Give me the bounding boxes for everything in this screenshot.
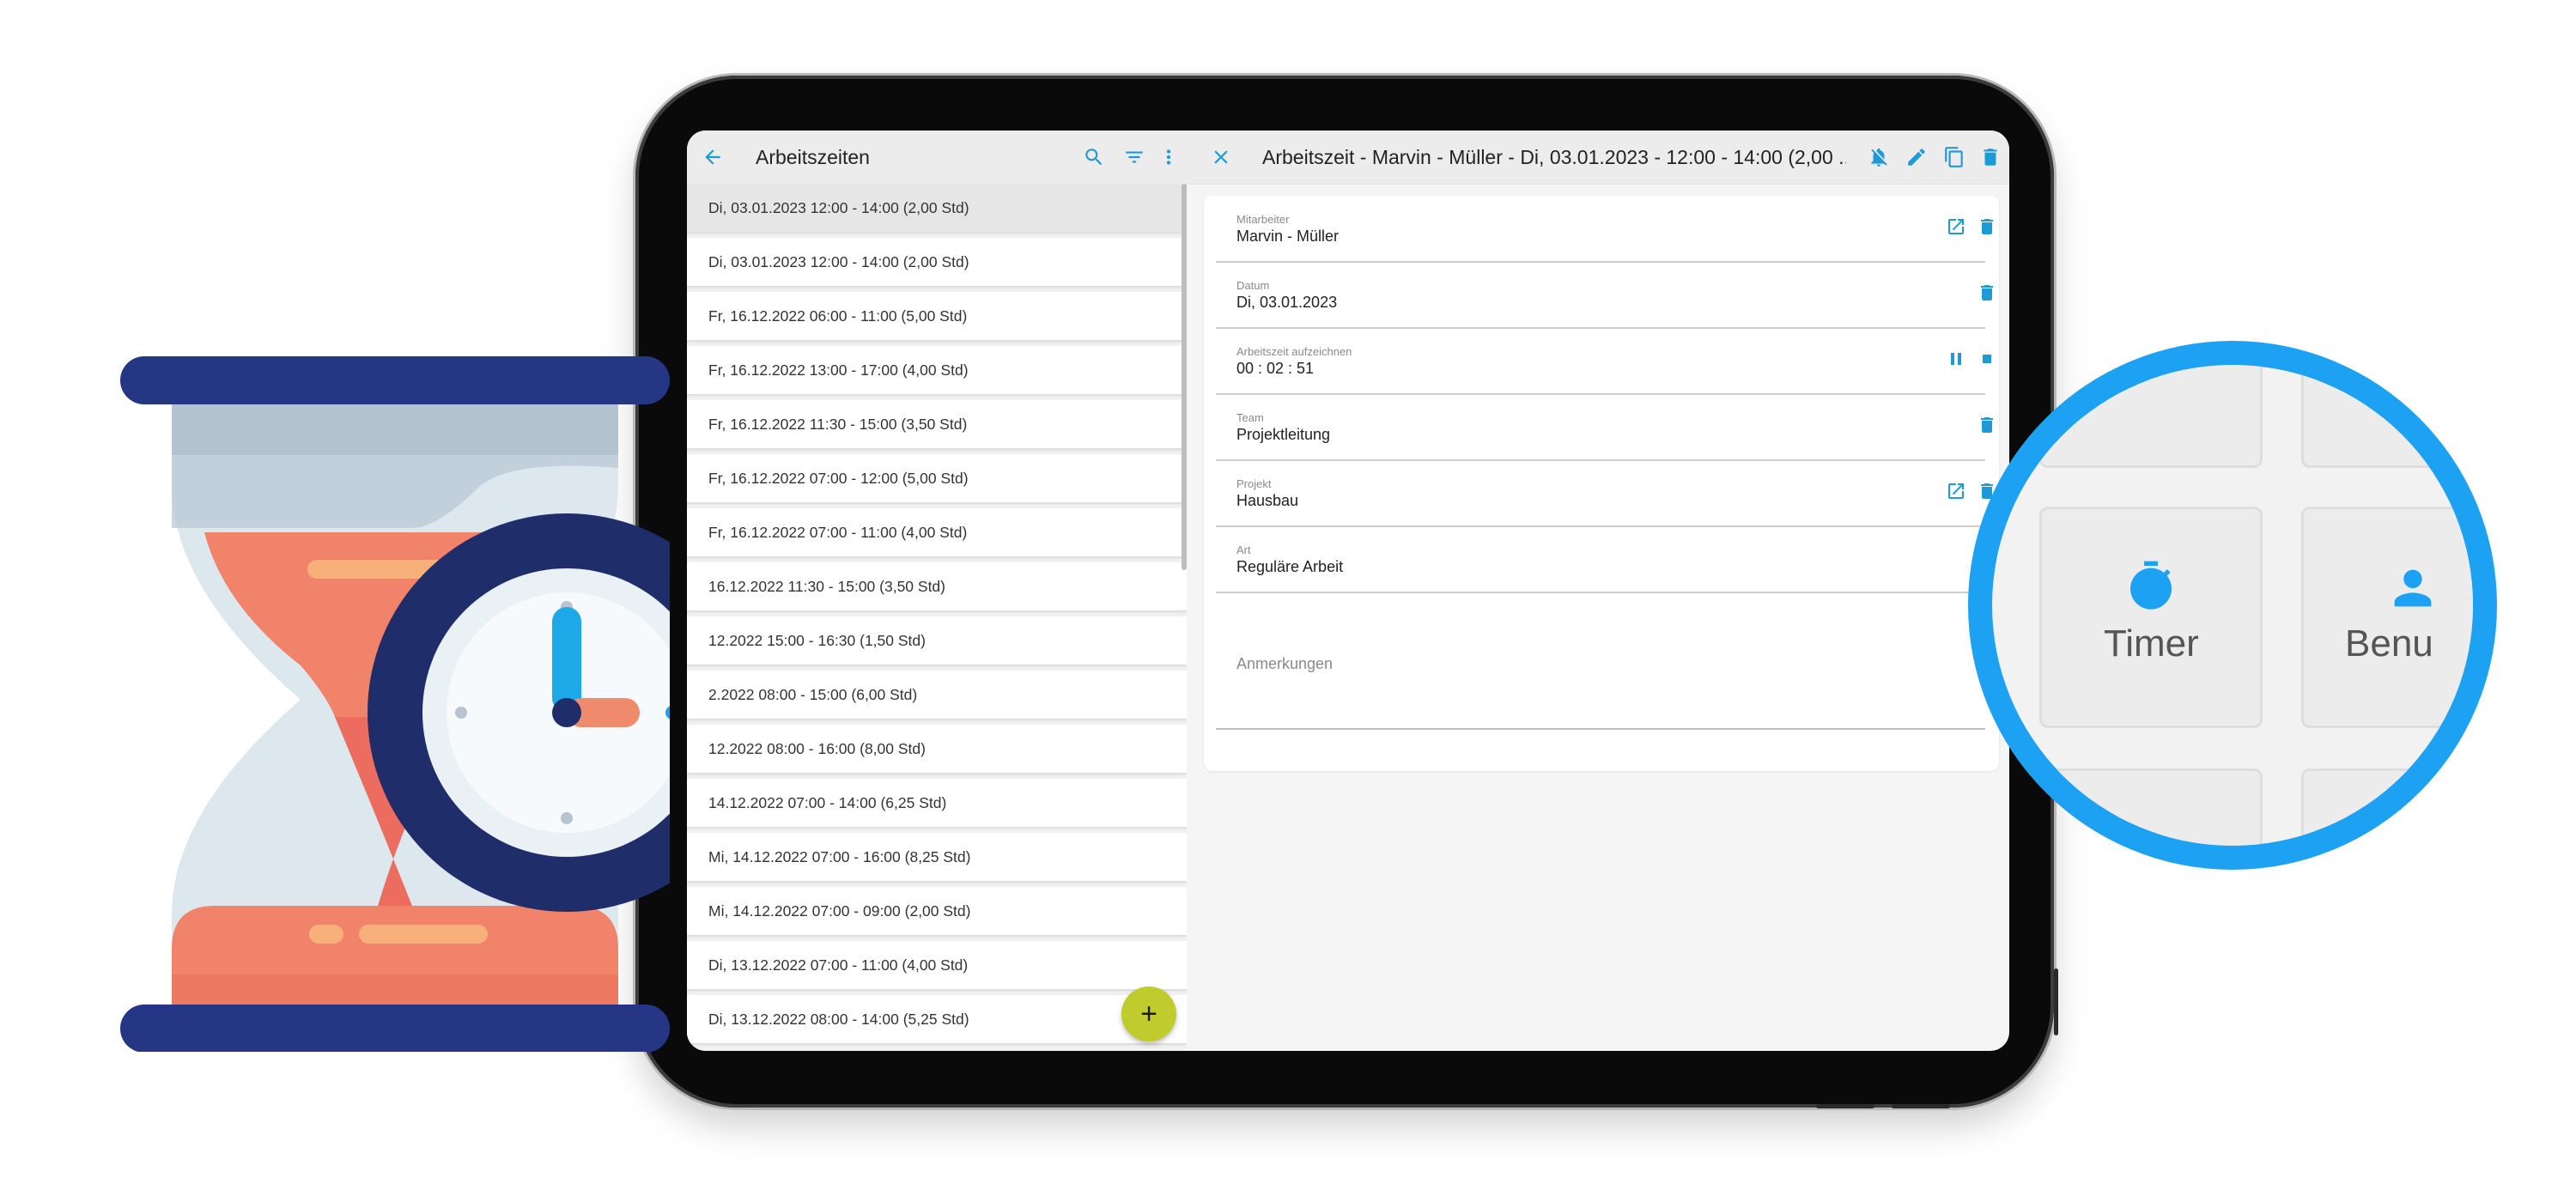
list-item[interactable]: 16.12.2022 11:30 - 15:00 (3,50 Std) bbox=[687, 562, 1187, 610]
list-title: Arbeitszeiten bbox=[756, 146, 870, 168]
close-icon bbox=[1214, 150, 1228, 164]
more-vert-icon bbox=[1166, 149, 1171, 165]
add-button[interactable]: + bbox=[1121, 986, 1176, 1041]
copy-button[interactable] bbox=[1939, 131, 1970, 184]
detail-title: Arbeitszeit - Marvin - Müller - Di, 03.0… bbox=[1262, 146, 1846, 168]
open-project-button[interactable] bbox=[1944, 479, 1968, 503]
delete-icon bbox=[1981, 219, 1993, 234]
close-button[interactable] bbox=[1206, 131, 1236, 184]
notifications-off-icon bbox=[1871, 148, 1887, 167]
notifications-off-button[interactable] bbox=[1863, 131, 1894, 184]
field-team[interactable]: Team Projektleitung bbox=[1216, 394, 1993, 461]
list-item[interactable]: Fr, 16.12.2022 06:00 - 11:00 (5,00 Std) bbox=[687, 292, 1187, 340]
list-item[interactable]: Fr, 16.12.2022 11:30 - 15:00 (3,50 Std) bbox=[687, 400, 1187, 448]
list-item[interactable]: Fr, 16.12.2022 07:00 - 11:00 (4,00 Std) bbox=[687, 508, 1187, 556]
timer-value: 00 : 02 : 51 bbox=[1236, 360, 1315, 377]
edit-button[interactable] bbox=[1901, 131, 1932, 184]
list-item[interactable]: Di, 13.12.2022 08:00 - 14:00 (5,25 Std) bbox=[687, 995, 1187, 1043]
clear-team-button[interactable] bbox=[1975, 413, 1999, 437]
tile-timer[interactable]: Timer bbox=[2039, 507, 2263, 728]
timer-icon bbox=[2130, 561, 2172, 610]
list-item[interactable]: 12.2022 15:00 - 16:30 (1,50 Std) bbox=[687, 616, 1187, 665]
field-value: Projektleitung bbox=[1236, 426, 1331, 443]
list-item[interactable]: Fr, 16.12.2022 07:00 - 12:00 (5,00 Std) bbox=[687, 454, 1187, 502]
field-value: Reguläre Arbeit bbox=[1236, 558, 1344, 575]
field-employee[interactable]: Mitarbeiter Marvin - Müller bbox=[1216, 196, 1993, 263]
zoom-magnifier: Timer Benu bbox=[1992, 365, 2473, 846]
clear-employee-button[interactable] bbox=[1975, 215, 1999, 239]
tablet-bottom-button bbox=[1816, 1104, 1874, 1108]
field-label: Mitarbeiter bbox=[1236, 213, 1290, 226]
field-date[interactable]: Datum Di, 03.01.2023 bbox=[1216, 262, 1993, 329]
remarks-input[interactable] bbox=[1216, 728, 1985, 730]
filter-button[interactable] bbox=[1119, 131, 1150, 184]
tile-timer-label: Timer bbox=[2104, 622, 2199, 665]
list-item[interactable]: Mi, 14.12.2022 07:00 - 16:00 (8,25 Std) bbox=[687, 833, 1187, 881]
field-type[interactable]: Art Reguläre Arbeit bbox=[1216, 526, 1993, 593]
delete-icon bbox=[1981, 549, 1993, 565]
list-item[interactable]: Di, 03.01.2023 12:00 - 14:00 (2,00 Std) bbox=[687, 238, 1187, 286]
open-in-new-icon bbox=[1948, 483, 1964, 499]
list-item[interactable]: 14.12.2022 07:00 - 14:00 (6,25 Std) bbox=[687, 779, 1187, 827]
hourglass-bottom-bar bbox=[120, 1005, 670, 1052]
field-label: Projekt bbox=[1236, 477, 1272, 490]
app-bar: Arbeitszeiten Arbeitszeit - Marvin - Mül… bbox=[687, 131, 2009, 185]
back-button[interactable] bbox=[697, 131, 728, 184]
list-item[interactable]: 12.2022 08:00 - 16:00 (8,00 Std) bbox=[687, 725, 1187, 773]
person-icon bbox=[2394, 569, 2432, 607]
more-options-button[interactable] bbox=[1156, 131, 1182, 184]
work-time-list[interactable]: Di, 03.01.2023 12:00 - 14:00 (2,00 Std) … bbox=[687, 184, 1187, 1051]
open-in-new-icon bbox=[1948, 219, 1964, 234]
field-time-recording[interactable]: Arbeitszeit aufzeichnen 00 : 02 : 51 bbox=[1216, 328, 1991, 395]
hourglass-top-bar bbox=[120, 356, 670, 404]
field-label: Team bbox=[1236, 411, 1264, 424]
tile-user-label: Benu bbox=[2345, 622, 2433, 665]
pause-timer-button[interactable] bbox=[1944, 347, 1968, 371]
hourglass-clock-illustration bbox=[120, 356, 670, 1052]
list-item[interactable]: Fr, 16.12.2022 13:00 - 17:00 (4,00 Std) bbox=[687, 346, 1187, 394]
stop-timer-button[interactable] bbox=[1975, 347, 1999, 371]
field-value: Marvin - Müller bbox=[1236, 228, 1340, 245]
delete-icon bbox=[1981, 417, 1993, 433]
tile-partial-top-right bbox=[2301, 365, 2473, 468]
detail-card: Mitarbeiter Marvin - Müller Datum Di, 03… bbox=[1204, 196, 1999, 771]
delete-icon bbox=[1981, 285, 1993, 300]
remarks-label: Anmerkungen bbox=[1236, 655, 1334, 672]
field-project[interactable]: Projekt Hausbau bbox=[1216, 460, 1993, 527]
tile-user[interactable]: Benu bbox=[2301, 507, 2473, 728]
search-button[interactable] bbox=[1078, 131, 1109, 184]
list-item[interactable]: 2.2022 08:00 - 15:00 (6,00 Std) bbox=[687, 671, 1187, 719]
stop-icon bbox=[1983, 355, 1991, 363]
delete-icon bbox=[1984, 149, 1997, 166]
app-screen: Arbeitszeiten Arbeitszeit - Marvin - Mül… bbox=[687, 131, 2009, 1051]
tablet-side-button bbox=[2054, 968, 2058, 1035]
list-item[interactable]: Mi, 14.12.2022 07:00 - 09:00 (2,00 Std) bbox=[687, 887, 1187, 935]
field-label: Datum bbox=[1236, 279, 1270, 292]
copy-icon bbox=[1945, 147, 1963, 167]
tile-partial-bottom bbox=[2039, 768, 2263, 846]
field-value: Di, 03.01.2023 bbox=[1236, 294, 1338, 311]
delete-button[interactable] bbox=[1975, 131, 2006, 184]
open-employee-button[interactable] bbox=[1944, 215, 1968, 239]
list-scrollbar[interactable] bbox=[1182, 184, 1187, 570]
clear-project-button[interactable] bbox=[1975, 479, 1999, 503]
search-icon bbox=[1085, 149, 1103, 166]
list-item[interactable]: Di, 03.01.2023 12:00 - 14:00 (2,00 Std) bbox=[687, 184, 1187, 232]
filter-icon bbox=[1126, 151, 1143, 163]
pause-icon bbox=[1951, 353, 1961, 365]
field-label: Art bbox=[1236, 543, 1251, 556]
tile-partial-top bbox=[2039, 365, 2263, 468]
delete-icon bbox=[1981, 483, 1993, 499]
edit-icon bbox=[1908, 149, 1925, 166]
field-value: Hausbau bbox=[1236, 492, 1299, 509]
tile-partial-bottom-right bbox=[2301, 768, 2473, 846]
back-arrow-icon bbox=[705, 149, 720, 165]
list-item[interactable]: Di, 13.12.2022 07:00 - 11:00 (4,00 Std) bbox=[687, 941, 1187, 989]
field-label: Arbeitszeit aufzeichnen bbox=[1236, 345, 1352, 358]
tablet-bottom-button-2 bbox=[1892, 1104, 1950, 1108]
clear-date-button[interactable] bbox=[1975, 281, 1999, 305]
